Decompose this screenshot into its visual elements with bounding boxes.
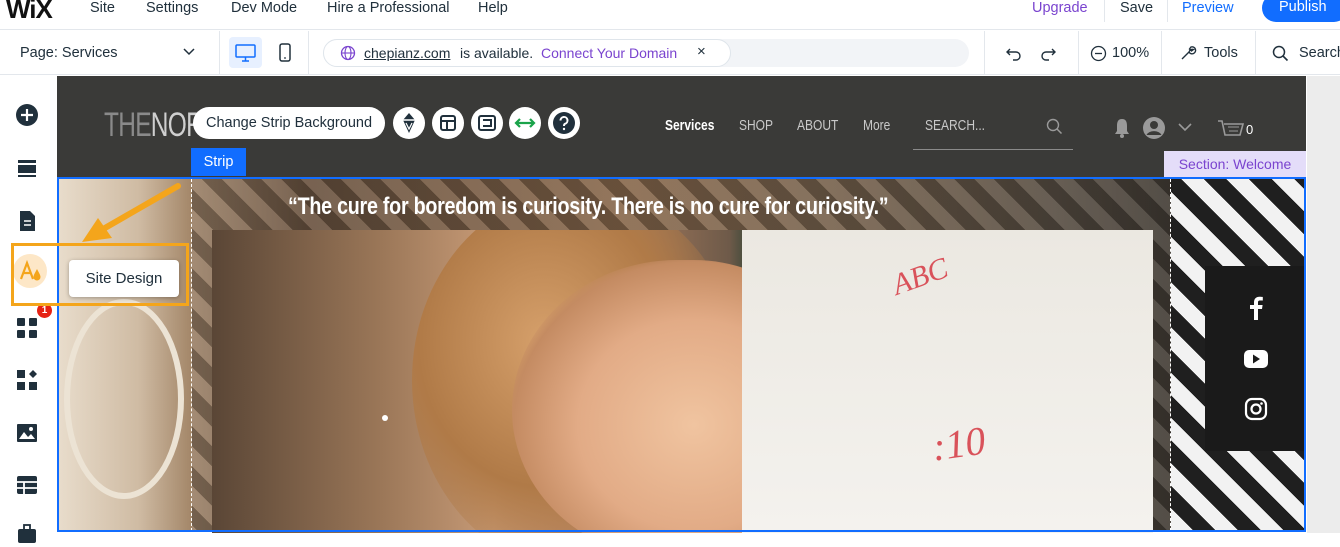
zoom-level[interactable]: 100% <box>1112 45 1149 61</box>
tools-icon[interactable] <box>1179 44 1197 62</box>
divider <box>219 31 220 75</box>
nav-shop[interactable]: SHOP <box>739 117 773 134</box>
page-selector[interactable]: Page: Services <box>20 45 118 61</box>
divider <box>1104 0 1105 22</box>
strip-selection-outline <box>57 177 1306 532</box>
animation-icon <box>403 113 415 133</box>
menu-settings[interactable]: Settings <box>146 0 198 17</box>
bell-icon[interactable] <box>1112 117 1132 139</box>
cms-icon[interactable] <box>15 473 39 497</box>
chevron-down-icon[interactable] <box>1177 120 1193 134</box>
cart-count: 0 <box>1246 122 1254 137</box>
settings-button[interactable] <box>471 107 503 139</box>
search-icon[interactable] <box>1046 118 1063 135</box>
chevron-down-icon[interactable] <box>182 44 196 58</box>
business-apps-icon[interactable] <box>15 368 39 392</box>
mobile-view-button[interactable] <box>272 37 298 68</box>
stretch-icon <box>514 118 536 128</box>
nav-more[interactable]: More <box>863 117 890 134</box>
section-label[interactable]: Section: Welcome <box>1164 151 1306 177</box>
divider <box>1167 0 1168 22</box>
strip-settings-icon <box>478 115 496 131</box>
add-section-icon[interactable] <box>15 156 39 180</box>
mobile-icon <box>279 43 291 62</box>
publish-button[interactable]: Publish <box>1262 0 1340 22</box>
preview-button[interactable]: Preview <box>1182 0 1234 17</box>
wix-logo[interactable]: WiX <box>6 0 53 25</box>
upgrade-link[interactable]: Upgrade <box>1032 0 1088 17</box>
pages-icon[interactable] <box>15 209 39 233</box>
domain-name-link[interactable]: chepianz.com <box>364 45 450 61</box>
change-strip-background-button[interactable]: Change Strip Background <box>193 107 385 139</box>
menu-help[interactable]: Help <box>478 0 508 17</box>
redo-icon[interactable] <box>1038 43 1058 63</box>
menu-hire-a-professional[interactable]: Hire a Professional <box>327 0 450 17</box>
nav-services[interactable]: Services <box>665 117 714 134</box>
strip-label[interactable]: Strip <box>191 148 246 176</box>
zoom-out-icon[interactable] <box>1090 45 1107 62</box>
portfolio-icon[interactable] <box>15 523 39 547</box>
nav-about[interactable]: ABOUT <box>797 117 838 134</box>
divider <box>984 31 985 75</box>
annotation-arrow-icon <box>82 183 181 242</box>
divider <box>308 31 309 75</box>
close-icon[interactable]: × <box>697 43 706 60</box>
site-design-tooltip: Site Design <box>69 260 179 297</box>
help-button[interactable] <box>548 107 580 139</box>
menu-dev-mode[interactable]: Dev Mode <box>231 0 297 17</box>
site-logo-part: THE <box>104 106 152 144</box>
site-logo[interactable]: THENOR <box>104 106 204 145</box>
canvas-gutter <box>1307 76 1340 533</box>
desktop-view-button[interactable] <box>229 37 262 68</box>
undo-icon[interactable] <box>1004 43 1024 63</box>
menu-site[interactable]: Site <box>90 0 115 17</box>
save-button[interactable]: Save <box>1120 0 1153 17</box>
media-icon[interactable] <box>15 421 39 445</box>
search-icon[interactable] <box>1272 45 1289 62</box>
layout-button[interactable] <box>432 107 464 139</box>
account-avatar-icon[interactable] <box>1141 115 1167 141</box>
animation-button[interactable] <box>393 107 425 139</box>
globe-icon <box>340 45 356 61</box>
domain-available-text: is available. <box>460 45 534 61</box>
connect-domain-link[interactable]: Connect Your Domain <box>541 45 677 61</box>
stretch-button[interactable] <box>509 107 541 139</box>
add-elements-icon[interactable] <box>15 103 39 127</box>
search-button[interactable]: Search <box>1299 45 1340 61</box>
layout-icon <box>440 115 456 131</box>
site-search-placeholder: SEARCH... <box>925 117 986 134</box>
divider <box>1255 31 1256 75</box>
divider <box>1161 31 1162 75</box>
tools-button[interactable]: Tools <box>1204 45 1238 61</box>
help-icon <box>553 112 575 134</box>
cart-icon[interactable] <box>1216 115 1246 139</box>
divider <box>1078 31 1079 75</box>
app-market-icon[interactable] <box>15 316 39 340</box>
desktop-icon <box>235 44 256 62</box>
